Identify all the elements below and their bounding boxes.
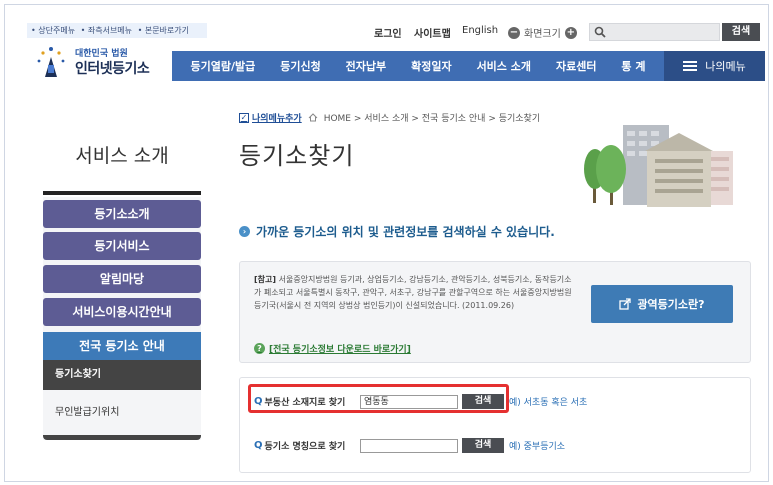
site-search-button[interactable]: 검색	[722, 23, 760, 41]
logo-title: 인터넷등기소	[75, 61, 150, 77]
add-my-menu-label: 나의메뉴추가	[252, 114, 302, 124]
page-title: 등기소찾기	[239, 142, 355, 170]
sidebar-item-registry-intro[interactable]: 등기소소개	[43, 200, 201, 228]
add-my-menu-link[interactable]: ✓ 나의메뉴추가	[239, 111, 302, 124]
intro-label: 가까운 등기소의 위치 및 관련정보를 검색하실 수 있습니다.	[256, 225, 555, 239]
sidebar-divider	[43, 191, 201, 195]
zoom-in-icon[interactable]: +	[564, 26, 577, 39]
search-icon	[594, 26, 606, 38]
sidebar-item-hours[interactable]: 서비스이용시간안내	[43, 298, 201, 326]
download-link-label: [전국 등기소정보 다운로드 바로가기]	[269, 345, 411, 355]
sidebar-bottom-bar	[43, 435, 201, 440]
highlight-box	[248, 384, 509, 413]
nav-item-data[interactable]: 자료센터	[556, 58, 596, 74]
magnifier-icon: Q	[254, 440, 263, 451]
skip-link-topmenu[interactable]: • 상단주메뉴	[31, 26, 75, 35]
site-search-input[interactable]	[589, 23, 720, 41]
nav-item-service[interactable]: 서비스 소개	[477, 58, 531, 74]
skip-link-submenu[interactable]: • 좌측서브메뉴	[81, 26, 132, 35]
home-icon	[308, 113, 318, 122]
office-name-search-button[interactable]: 검색	[462, 438, 504, 453]
nav-item-date[interactable]: 확정일자	[411, 58, 451, 74]
search-row-name: Q 등기소 명칭으로 찾기 검색 예) 중부등기소	[254, 438, 565, 453]
zoom-label: 화면크기	[524, 29, 561, 40]
office-name-input[interactable]	[360, 438, 458, 453]
wide-registry-label: 광역등기소란?	[637, 298, 705, 311]
notice-text: [참고] 서울중앙지방법원 등기과, 상업등기소, 강남등기소, 관악등기소, …	[254, 273, 574, 312]
notice-body: 서울중앙지방법원 등기과, 상업등기소, 강남등기소, 관악등기소, 성북등기소…	[254, 275, 572, 310]
my-menu-button[interactable]: 나의메뉴	[664, 51, 765, 81]
sidebar-sub-find-office[interactable]: 등기소찾기	[43, 360, 201, 390]
nav-item-stats[interactable]: 통 계	[621, 58, 645, 74]
sidebar-title: 서비스 소개	[75, 145, 169, 167]
page-frame: • 상단주메뉴 • 좌측서브메뉴 • 본문바로가기 대한민국 법원 인터넷등기소…	[4, 4, 769, 482]
address-example: 예) 서초동 혹은 서초	[509, 398, 588, 408]
sidebar-item-office-guide[interactable]: 전국 등기소 안내	[43, 332, 201, 360]
my-menu-label: 나의메뉴	[705, 60, 746, 73]
intro-text: › 가까운 등기소의 위치 및 관련정보를 검색하실 수 있습니다.	[239, 223, 555, 240]
office-name-example: 예) 중부등기소	[509, 442, 566, 452]
skip-link-content[interactable]: • 본문바로가기	[138, 26, 189, 35]
main-nav: 등기열람/발급 등기신청 전자납부 확정일자 서비스 소개 자료센터 통 계	[172, 51, 664, 81]
building-illustration	[584, 125, 733, 207]
breadcrumb: ✓ 나의메뉴추가 HOME > 서비스 소개 > 전국 등기소 안내 > 등기소…	[239, 111, 540, 124]
sitemap-link[interactable]: 사이트맵	[414, 25, 451, 40]
download-link[interactable]: ? [전국 등기소정보 다운로드 바로가기]	[254, 342, 411, 355]
check-icon: ✓	[239, 112, 249, 123]
sidebar-sub-kiosk[interactable]: 무인발급기위치	[43, 402, 201, 424]
external-link-icon	[619, 298, 632, 310]
zoom-out-icon[interactable]: −	[508, 26, 520, 39]
nav-item-payment[interactable]: 전자납부	[346, 58, 386, 74]
sidebar-menu: 등기소소개 등기서비스 알림마당 서비스이용시간안내 전국 등기소 안내 등기소…	[43, 197, 201, 440]
sidebar-item-registry-service[interactable]: 등기서비스	[43, 232, 201, 260]
arrow-right-icon: ›	[239, 226, 250, 237]
hamburger-icon	[683, 61, 698, 71]
skip-links: • 상단주메뉴 • 좌측서브메뉴 • 본문바로가기	[27, 23, 207, 38]
search-name-text: 등기소 명칭으로 찾기	[264, 442, 346, 452]
breadcrumb-path: HOME > 서비스 소개 > 전국 등기소 안내 > 등기소찾기	[323, 114, 541, 124]
zoom-control: − 화면크기 +	[508, 25, 577, 40]
sidebar-item-notice[interactable]: 알림마당	[43, 265, 201, 293]
site-logo[interactable]: 대한민국 법원 인터넷등기소	[31, 43, 166, 83]
question-icon: ?	[254, 343, 265, 354]
nav-item-view[interactable]: 등기열람/발급	[190, 58, 255, 74]
english-link[interactable]: English	[462, 25, 498, 36]
nav-item-apply[interactable]: 등기신청	[280, 58, 320, 74]
notice-label: [참고]	[254, 275, 277, 284]
login-link[interactable]: 로그인	[374, 25, 402, 40]
search-name-label: Q 등기소 명칭으로 찾기	[254, 439, 360, 452]
court-logo-icon	[37, 47, 65, 77]
wide-registry-button[interactable]: 광역등기소란?	[591, 285, 733, 323]
